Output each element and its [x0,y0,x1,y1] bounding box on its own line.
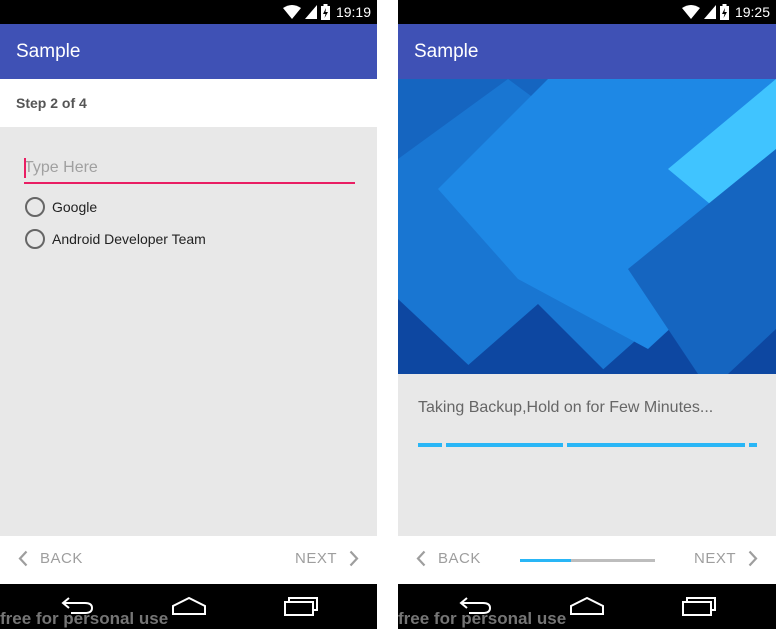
material-background-image [398,79,776,374]
signal-icon [703,5,716,19]
app-bar: Sample [0,24,377,79]
step-label: Step 2 of 4 [16,95,87,111]
stepper-navigation: BACK NEXT [0,536,377,584]
back-button[interactable]: BACK [416,550,481,567]
status-time: 19:19 [335,4,371,20]
progress-dash [418,443,442,447]
phone-screen-backup: 19:25 Sample Taking Backup,Hold on for F… [398,0,776,629]
back-button[interactable]: BACK [18,550,83,567]
back-label: BACK [438,550,481,567]
recents-nav-icon[interactable] [283,596,319,616]
back-label: BACK [40,550,83,567]
wifi-icon [681,5,700,19]
next-button[interactable]: NEXT [295,550,359,567]
signal-icon [304,5,317,19]
radio-label: Android Developer Team [52,231,206,247]
radio-option-android-developer-team[interactable]: Android Developer Team [25,229,206,249]
step-header: Step 2 of 4 [0,79,377,127]
chevron-left-icon [18,550,28,567]
progress-dash [567,443,745,447]
wifi-icon [282,5,301,19]
text-cursor [24,158,26,178]
radio-label: Google [52,199,98,215]
status-time: 19:25 [734,4,770,20]
next-label: NEXT [693,550,736,567]
battery-charging-icon [320,4,330,20]
recents-nav-icon[interactable] [681,596,717,616]
phone-screen-step-form: 19:19 Sample Step 2 of 4 Google Android … [0,0,377,629]
radio-button-icon[interactable] [25,229,45,249]
step-progress-bar [520,559,655,562]
app-bar: Sample [398,24,776,79]
step-progress-fill [520,559,572,562]
app-title: Sample [16,41,81,62]
status-bar: 19:25 [398,0,776,24]
chevron-right-icon [349,550,359,567]
backup-message: Taking Backup,Hold on for Few Minutes... [418,399,714,416]
battery-charging-icon [719,4,729,20]
watermark: free for personal use [398,609,567,628]
stepper-navigation: BACK NEXT [398,536,776,584]
radio-option-google[interactable]: Google [25,197,97,217]
radio-button-icon[interactable] [25,197,45,217]
watermark: free for personal use [0,609,169,628]
chevron-left-icon [416,550,426,567]
progress-dash [749,443,757,447]
next-label: NEXT [294,550,337,567]
home-nav-icon[interactable] [171,596,207,616]
home-nav-icon[interactable] [569,596,605,616]
type-here-input[interactable] [24,156,355,184]
next-button[interactable]: NEXT [694,550,758,567]
status-bar: 19:19 [0,0,377,24]
app-title: Sample [414,41,479,62]
progress-dash [446,443,563,447]
chevron-right-icon [748,550,758,567]
indeterminate-progress-bar [418,443,758,447]
